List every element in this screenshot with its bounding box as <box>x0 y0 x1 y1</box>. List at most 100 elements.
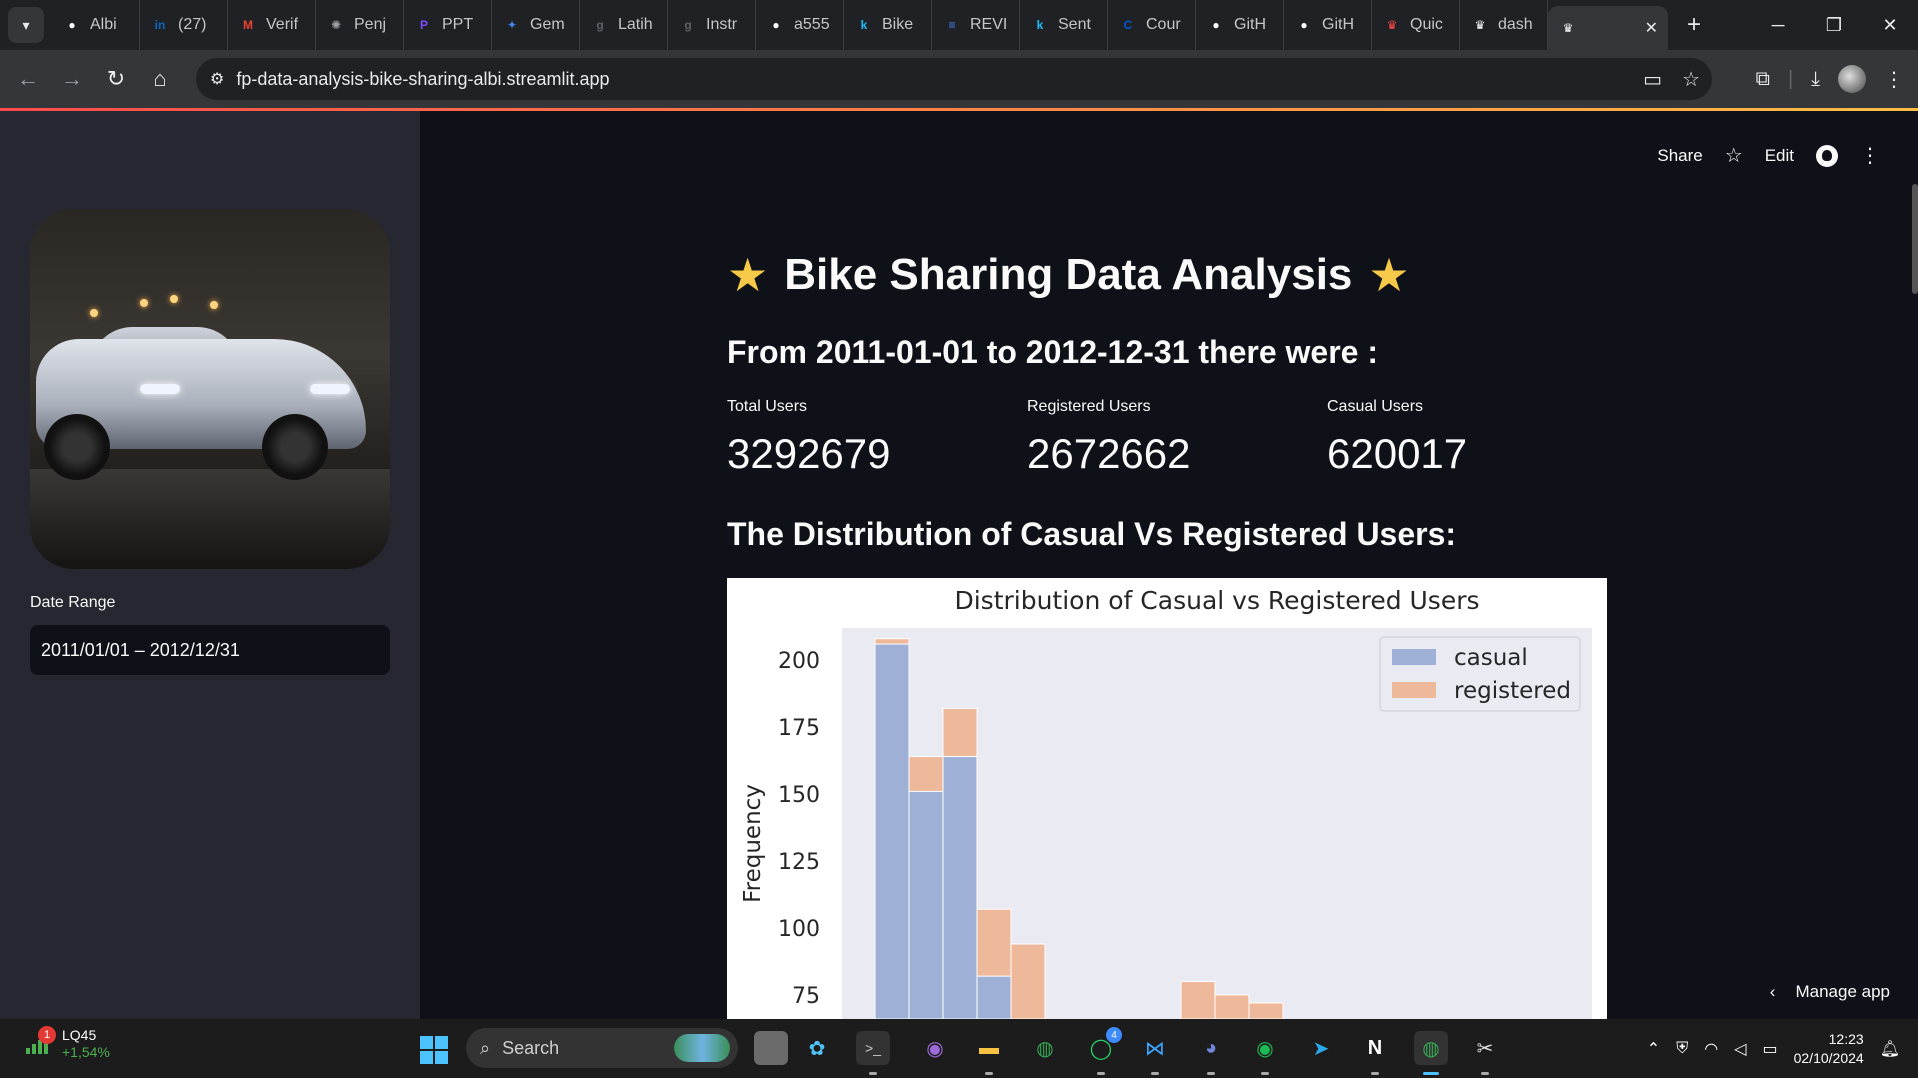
app-menu-icon[interactable]: ⋮ <box>1860 143 1880 168</box>
install-app-icon[interactable]: ▭ <box>1643 67 1662 92</box>
browser-tab[interactable]: ● a555 <box>756 0 844 50</box>
browser-tab[interactable]: ● GitH <box>1284 0 1372 50</box>
chart-title: Distribution of Casual vs Registered Use… <box>954 586 1479 615</box>
forward-icon[interactable]: → <box>50 57 94 101</box>
github-icon: ● <box>68 18 76 32</box>
downloads-icon[interactable]: ⤓ <box>1811 68 1820 91</box>
github-icon: ● <box>1300 18 1308 32</box>
histogram-bar-casual <box>942 756 978 1019</box>
browser-tab[interactable]: ● GitH <box>1196 0 1284 50</box>
browser-tab[interactable]: ✦ Gem <box>492 0 580 50</box>
tab-title: a555 <box>794 16 830 33</box>
close-tab-icon[interactable]: ✕ <box>1645 18 1658 38</box>
security-icon[interactable]: ⛨ <box>1676 1040 1688 1058</box>
clock[interactable]: 12:23 02/10/2024 <box>1794 1030 1864 1068</box>
date-range-input[interactable]: 2011/01/01 – 2012/12/31 <box>30 625 390 675</box>
snipping-tool-icon[interactable]: ✂ <box>1468 1031 1502 1075</box>
chevron-up-icon[interactable]: ⌃ <box>1647 1039 1660 1059</box>
restore-icon[interactable]: ❐ <box>1806 0 1862 50</box>
tab-title: Penj <box>354 16 387 33</box>
chrome-icon[interactable]: ◍ <box>1028 1031 1062 1065</box>
new-tab-button[interactable]: + <box>1674 0 1714 50</box>
github-icon: ● <box>1212 18 1220 32</box>
windows-taskbar: 1 LQ45 +1,54% ⌕ Search ✿ >_ ◉ ▬ ◍ ◯ 4 ⋈ ◕… <box>0 1019 1918 1078</box>
histogram-bar-casual <box>976 975 1012 1019</box>
tab-title: Bike <box>882 16 914 33</box>
reload-icon[interactable]: ↻ <box>94 57 138 101</box>
browser-tab[interactable]: g Latih <box>580 0 668 50</box>
site-info-icon[interactable]: ⚙ <box>210 69 224 89</box>
battery-icon[interactable]: ▭ <box>1762 1039 1777 1059</box>
tab-search-button[interactable]: ▾ <box>8 7 44 43</box>
copilot-icon[interactable]: ✿ <box>800 1031 834 1065</box>
task-view-icon[interactable] <box>754 1031 788 1065</box>
coursera-icon: C <box>1123 18 1133 32</box>
browser-tab[interactable]: ✺ Penj <box>316 0 404 50</box>
bookmark-star-icon[interactable]: ☆ <box>1682 67 1700 92</box>
browser-tab[interactable]: ♛ Quic <box>1372 0 1460 50</box>
legend-label-registered: registered <box>1454 678 1571 704</box>
windows-start-icon[interactable] <box>420 1036 448 1064</box>
chatgpt-icon: ✺ <box>330 18 342 32</box>
manage-app-button[interactable]: ‹ Manage app <box>1770 982 1890 1002</box>
chrome-profile-icon[interactable]: ◍ <box>1414 1031 1448 1075</box>
browser-tab[interactable]: k Bike <box>844 0 932 50</box>
share-button[interactable]: Share <box>1657 146 1702 166</box>
stock-widget[interactable]: 1 LQ45 +1,54% <box>24 1026 110 1061</box>
tab-title: GitH <box>1234 16 1266 33</box>
profile-avatar[interactable] <box>1838 65 1866 93</box>
histogram-chart: 75 100 125 150 175 200 Distribution of Casual … <box>727 578 1607 1019</box>
docs-icon: ≡ <box>948 18 956 32</box>
stock-name: LQ45 <box>62 1027 97 1043</box>
file-explorer-icon[interactable]: ▬ <box>972 1031 1006 1075</box>
wifi-icon[interactable]: ◠ <box>1704 1039 1718 1059</box>
browser-tab[interactable]: ● Albi <box>52 0 140 50</box>
volume-icon[interactable]: ◁ <box>1734 1039 1746 1059</box>
github-icon[interactable] <box>1816 144 1838 167</box>
browser-tab[interactable]: ≡ REVI <box>932 0 1020 50</box>
browser-tab[interactable]: M Verif <box>228 0 316 50</box>
home-icon[interactable]: ⌂ <box>138 57 182 101</box>
terminal-icon[interactable]: >_ <box>856 1031 890 1075</box>
tab-title: PPT <box>442 16 474 33</box>
notification-bell-icon[interactable]: 🔔︎ <box>1880 1039 1900 1059</box>
tab-active[interactable]: ♛ ✕ <box>1548 6 1668 50</box>
browser-tab[interactable]: ♛ dash <box>1460 0 1548 50</box>
minimize-icon[interactable]: ─ <box>1750 0 1806 50</box>
telegram-icon[interactable]: ➤ <box>1304 1031 1338 1065</box>
browser-tab[interactable]: in (27) <box>140 0 228 50</box>
vscode-icon[interactable]: ⋈ <box>1138 1031 1172 1075</box>
sidebar: Date Range 2011/01/01 – 2012/12/31 <box>0 111 420 1019</box>
notion-icon[interactable]: N <box>1358 1031 1392 1075</box>
g-icon: g <box>684 18 692 32</box>
close-window-icon[interactable]: ✕ <box>1862 0 1918 50</box>
extensions-icon[interactable]: ⧉ <box>1756 68 1770 91</box>
back-icon[interactable]: ← <box>6 57 50 101</box>
stock-chart-icon: 1 <box>24 1026 56 1058</box>
y-axis-label: Frequency <box>740 784 766 903</box>
star-icon[interactable]: ☆ <box>1725 143 1743 168</box>
histogram-bar-casual <box>874 643 910 1019</box>
browser-tab[interactable]: g Instr <box>668 0 756 50</box>
manage-app-label: Manage app <box>1795 982 1890 1001</box>
scrollbar-thumb[interactable] <box>1912 184 1918 294</box>
url-text[interactable]: fp-data-analysis-bike-sharing-albi.strea… <box>236 69 609 90</box>
app-header: Share ☆ Edit ⋮ <box>1657 143 1880 168</box>
github-desktop-icon[interactable]: ◉ <box>918 1031 952 1065</box>
whatsapp-icon[interactable]: ◯ 4 <box>1084 1027 1122 1075</box>
browser-menu-icon[interactable]: ⋮ <box>1884 67 1904 92</box>
distribution-heading: The Distribution of Casual Vs Registered… <box>727 516 1457 552</box>
discord-icon[interactable]: ◕ <box>1194 1031 1228 1075</box>
tab-title: Latih <box>618 16 653 33</box>
browser-tab[interactable]: C Cour <box>1108 0 1196 50</box>
y-tick-label: 75 <box>792 984 820 1009</box>
browser-tab-bar: ▾ ● Albi in (27) M Verif ✺ Penj P PPT ✦ Gem g Latih g I… <box>0 0 1918 50</box>
edit-button[interactable]: Edit <box>1765 146 1794 166</box>
taskbar-search[interactable]: ⌕ Search <box>466 1028 738 1068</box>
address-bar[interactable]: ⚙ fp-data-analysis-bike-sharing-albi.str… <box>196 58 1712 100</box>
browser-tab[interactable]: k Sent <box>1020 0 1108 50</box>
legend-label-casual: casual <box>1454 645 1528 671</box>
metric-value: 3292679 <box>727 430 891 477</box>
spotify-icon[interactable]: ◉ <box>1248 1031 1282 1075</box>
browser-tab[interactable]: P PPT <box>404 0 492 50</box>
